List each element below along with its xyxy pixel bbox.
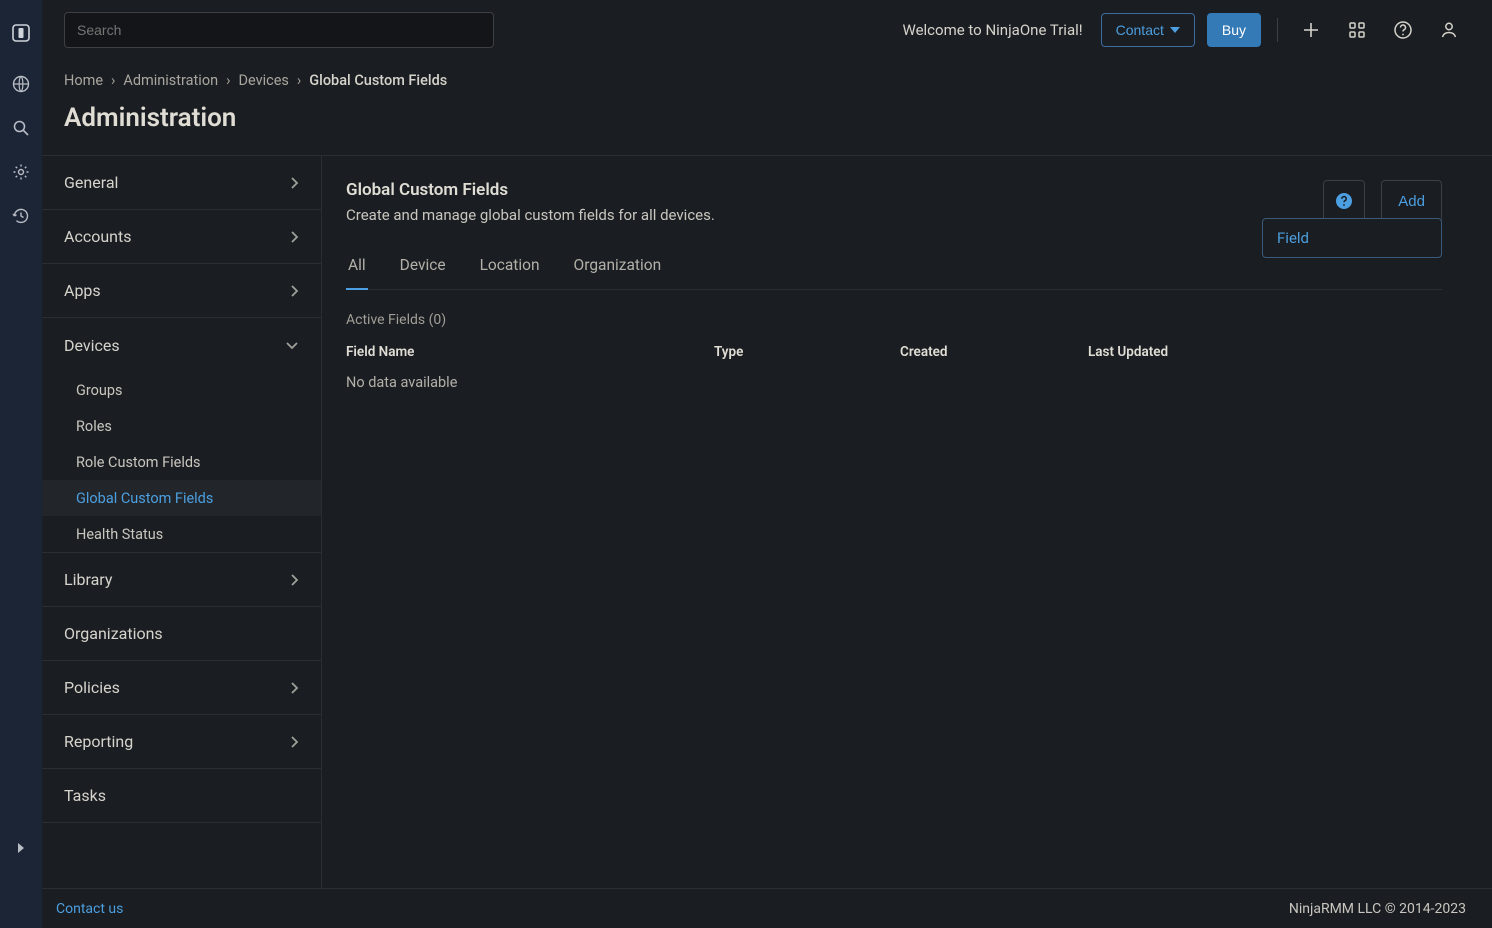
sidebar-sub-label: Health Status — [76, 526, 163, 543]
apps-grid-icon[interactable] — [1340, 13, 1374, 47]
tabs: All Device Location Organization — [346, 256, 1442, 290]
sidebar-sublist-devices: Groups Roles Role Custom Fields Global C… — [42, 372, 321, 553]
chevron-right-icon — [289, 176, 299, 190]
logo-icon[interactable] — [10, 22, 32, 44]
tab-all[interactable]: All — [346, 256, 368, 290]
tab-device[interactable]: Device — [398, 256, 448, 290]
breadcrumb: Home › Administration › Devices › Global… — [42, 60, 1492, 89]
search-icon[interactable] — [11, 118, 31, 138]
sidebar-item-label: Library — [64, 570, 112, 589]
breadcrumb-administration[interactable]: Administration — [123, 72, 218, 89]
chevron-down-icon — [285, 340, 299, 350]
sidebar-item-tasks[interactable]: Tasks — [42, 769, 321, 823]
welcome-text: Welcome to NinjaOne Trial! — [903, 21, 1083, 39]
sidebar-item-accounts[interactable]: Accounts — [42, 210, 321, 264]
tab-location[interactable]: Location — [478, 256, 542, 290]
footer: Contact us NinjaRMM LLC © 2014-2023 — [42, 888, 1492, 928]
breadcrumb-sep: › — [297, 72, 301, 89]
tab-organization[interactable]: Organization — [572, 256, 664, 290]
help-section-button[interactable] — [1323, 180, 1365, 222]
sidebar-sub-label: Groups — [76, 382, 123, 399]
breadcrumb-home[interactable]: Home — [64, 72, 103, 89]
contact-button-label: Contact — [1116, 22, 1164, 38]
col-type[interactable]: Type — [714, 344, 900, 360]
add-button-label: Add — [1398, 193, 1425, 210]
sidebar-sub-global-custom-fields[interactable]: Global Custom Fields — [42, 480, 321, 516]
sidebar-item-label: Accounts — [64, 227, 131, 246]
col-field-name[interactable]: Field Name — [346, 344, 714, 360]
active-fields-count: Active Fields (0) — [346, 312, 1442, 328]
sidebar-sub-role-custom-fields[interactable]: Role Custom Fields — [42, 444, 321, 480]
help-filled-icon — [1335, 192, 1353, 210]
main-column: Welcome to NinjaOne Trial! Contact Buy H… — [42, 0, 1492, 928]
topbar: Welcome to NinjaOne Trial! Contact Buy — [42, 0, 1492, 60]
chevron-right-icon — [289, 284, 299, 298]
sidebar-item-label: General — [64, 173, 118, 192]
col-created[interactable]: Created — [900, 344, 1088, 360]
body: General Accounts Apps Devices Groups Rol… — [42, 155, 1492, 888]
caret-down-icon — [1170, 27, 1180, 33]
chevron-right-icon — [289, 230, 299, 244]
section-subtitle: Create and manage global custom fields f… — [346, 206, 1307, 224]
admin-sidebar: General Accounts Apps Devices Groups Rol… — [42, 156, 322, 888]
sidebar-sub-label: Role Custom Fields — [76, 454, 201, 471]
section-title: Global Custom Fields — [346, 180, 1307, 200]
contact-button[interactable]: Contact — [1101, 13, 1195, 47]
chevron-right-icon — [289, 735, 299, 749]
buy-button-label: Buy — [1222, 22, 1246, 38]
sidebar-item-organizations[interactable]: Organizations — [42, 607, 321, 661]
no-data-message: No data available — [346, 374, 1442, 391]
help-icon[interactable] — [1386, 13, 1420, 47]
breadcrumb-sep: › — [226, 72, 230, 89]
left-rail — [0, 0, 42, 928]
sidebar-sub-label: Roles — [76, 418, 112, 435]
sidebar-sub-roles[interactable]: Roles — [42, 408, 321, 444]
table-header: Field Name Type Created Last Updated — [346, 344, 1442, 360]
chevron-right-icon — [289, 573, 299, 587]
breadcrumb-devices[interactable]: Devices — [238, 72, 288, 89]
sidebar-item-label: Apps — [64, 281, 101, 300]
breadcrumb-sep: › — [111, 72, 115, 89]
sidebar-item-label: Organizations — [64, 624, 163, 643]
add-tooltip: Field — [1262, 218, 1442, 258]
content-area: Global Custom Fields Create and manage g… — [322, 156, 1492, 888]
page-title: Administration — [42, 89, 1492, 155]
col-last-updated[interactable]: Last Updated — [1088, 344, 1442, 360]
sidebar-item-general[interactable]: General — [42, 156, 321, 210]
sidebar-item-label: Devices — [64, 336, 120, 355]
plus-icon[interactable] — [1294, 13, 1328, 47]
contact-us-link[interactable]: Contact us — [56, 901, 123, 917]
sidebar-item-devices[interactable]: Devices — [42, 318, 321, 372]
history-icon[interactable] — [11, 206, 31, 226]
gear-icon[interactable] — [11, 162, 31, 182]
chevron-right-icon — [289, 681, 299, 695]
sidebar-item-reporting[interactable]: Reporting — [42, 715, 321, 769]
expand-rail-icon[interactable] — [11, 838, 31, 858]
globe-icon[interactable] — [11, 74, 31, 94]
add-button[interactable]: Add — [1381, 180, 1442, 222]
sidebar-item-label: Tasks — [64, 786, 106, 805]
sidebar-item-library[interactable]: Library — [42, 553, 321, 607]
sidebar-sub-label: Global Custom Fields — [76, 490, 213, 507]
sidebar-sub-health-status[interactable]: Health Status — [42, 516, 321, 552]
user-icon[interactable] — [1432, 13, 1466, 47]
sidebar-item-policies[interactable]: Policies — [42, 661, 321, 715]
search-input[interactable] — [64, 12, 494, 48]
sidebar-sub-groups[interactable]: Groups — [42, 372, 321, 408]
add-tooltip-label: Field — [1277, 229, 1309, 247]
sidebar-item-label: Policies — [64, 678, 120, 697]
buy-button[interactable]: Buy — [1207, 13, 1261, 47]
sidebar-item-label: Reporting — [64, 732, 133, 751]
divider — [1277, 18, 1278, 42]
copyright-text: NinjaRMM LLC © 2014-2023 — [1289, 901, 1466, 917]
breadcrumb-current: Global Custom Fields — [309, 72, 447, 89]
sidebar-item-apps[interactable]: Apps — [42, 264, 321, 318]
